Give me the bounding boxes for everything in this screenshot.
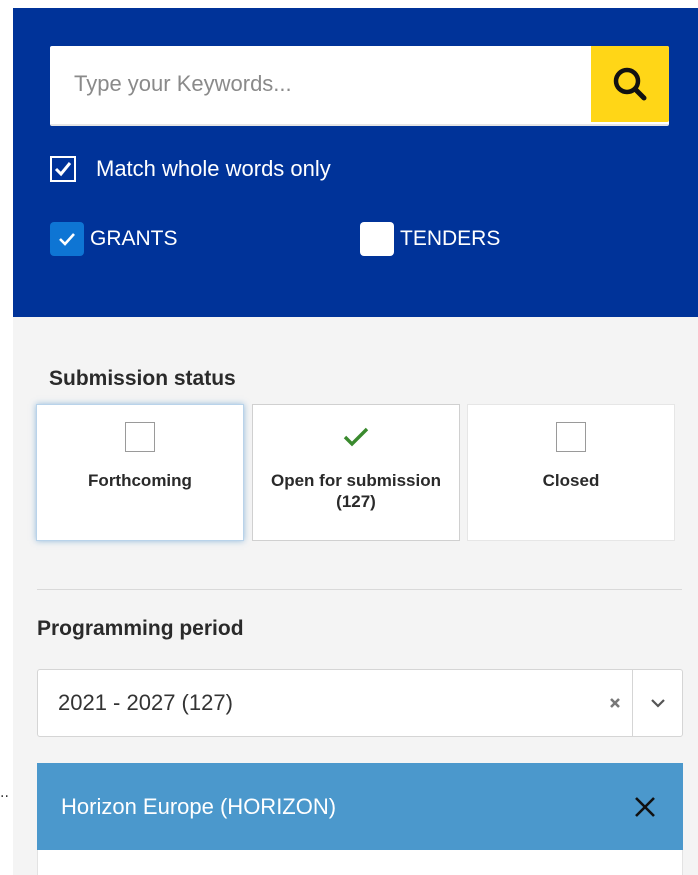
programming-period-value: 2021 - 2027 (127) <box>58 690 233 715</box>
grants-checkbox[interactable] <box>50 222 84 256</box>
status-card-closed[interactable]: Closed <box>467 404 675 541</box>
tenders-option[interactable]: TENDERS <box>360 222 500 256</box>
search-button[interactable] <box>591 46 669 122</box>
status-card-forthcoming[interactable]: Forthcoming <box>36 404 244 541</box>
open-checkbox[interactable] <box>253 422 459 452</box>
status-card-label: Open for submission (127) <box>270 471 442 511</box>
page-left-edge <box>0 0 13 875</box>
search-panel: Match whole words only GRANTS TENDERS <box>13 8 698 317</box>
forthcoming-checkbox[interactable] <box>125 422 155 452</box>
search-box <box>50 46 669 126</box>
checkmark-icon <box>54 162 72 177</box>
close-icon <box>635 796 655 817</box>
checkmark-icon <box>59 233 75 246</box>
programme-list-area <box>37 850 683 875</box>
grants-option[interactable]: GRANTS <box>50 222 178 256</box>
programming-period-title: Programming period <box>37 617 244 640</box>
clear-icon <box>610 698 620 708</box>
grants-label: GRANTS <box>90 227 178 250</box>
search-input[interactable] <box>50 46 590 122</box>
programme-chip: Horizon Europe (HORIZON) <box>37 763 683 850</box>
status-card-open[interactable]: Open for submission (127) <box>252 404 460 541</box>
clear-selection-button[interactable] <box>602 670 628 736</box>
status-card-label: Closed <box>542 471 600 490</box>
tenders-checkbox[interactable] <box>360 222 394 256</box>
select-dropdown-toggle[interactable] <box>633 670 682 736</box>
closed-checkbox[interactable] <box>556 422 586 452</box>
search-icon <box>613 67 647 101</box>
match-whole-words-option[interactable]: Match whole words only <box>50 156 331 182</box>
remove-programme-button[interactable] <box>625 763 665 850</box>
checkmark-icon <box>343 427 369 447</box>
programming-period-select[interactable]: 2021 - 2027 (127) <box>37 669 683 737</box>
submission-status-title: Submission status <box>49 367 236 390</box>
programme-chip-label: Horizon Europe (HORIZON) <box>61 794 337 819</box>
status-card-label: Forthcoming <box>88 471 192 490</box>
match-whole-words-checkbox[interactable] <box>50 156 76 182</box>
divider <box>37 589 682 590</box>
tenders-label: TENDERS <box>400 227 501 250</box>
type-filters: GRANTS TENDERS <box>50 222 500 256</box>
left-marker: .. <box>0 785 9 801</box>
chevron-down-icon <box>650 699 665 708</box>
match-whole-words-label: Match whole words only <box>96 156 331 181</box>
filters-panel: Submission status Forthcoming Open for s… <box>13 317 698 875</box>
